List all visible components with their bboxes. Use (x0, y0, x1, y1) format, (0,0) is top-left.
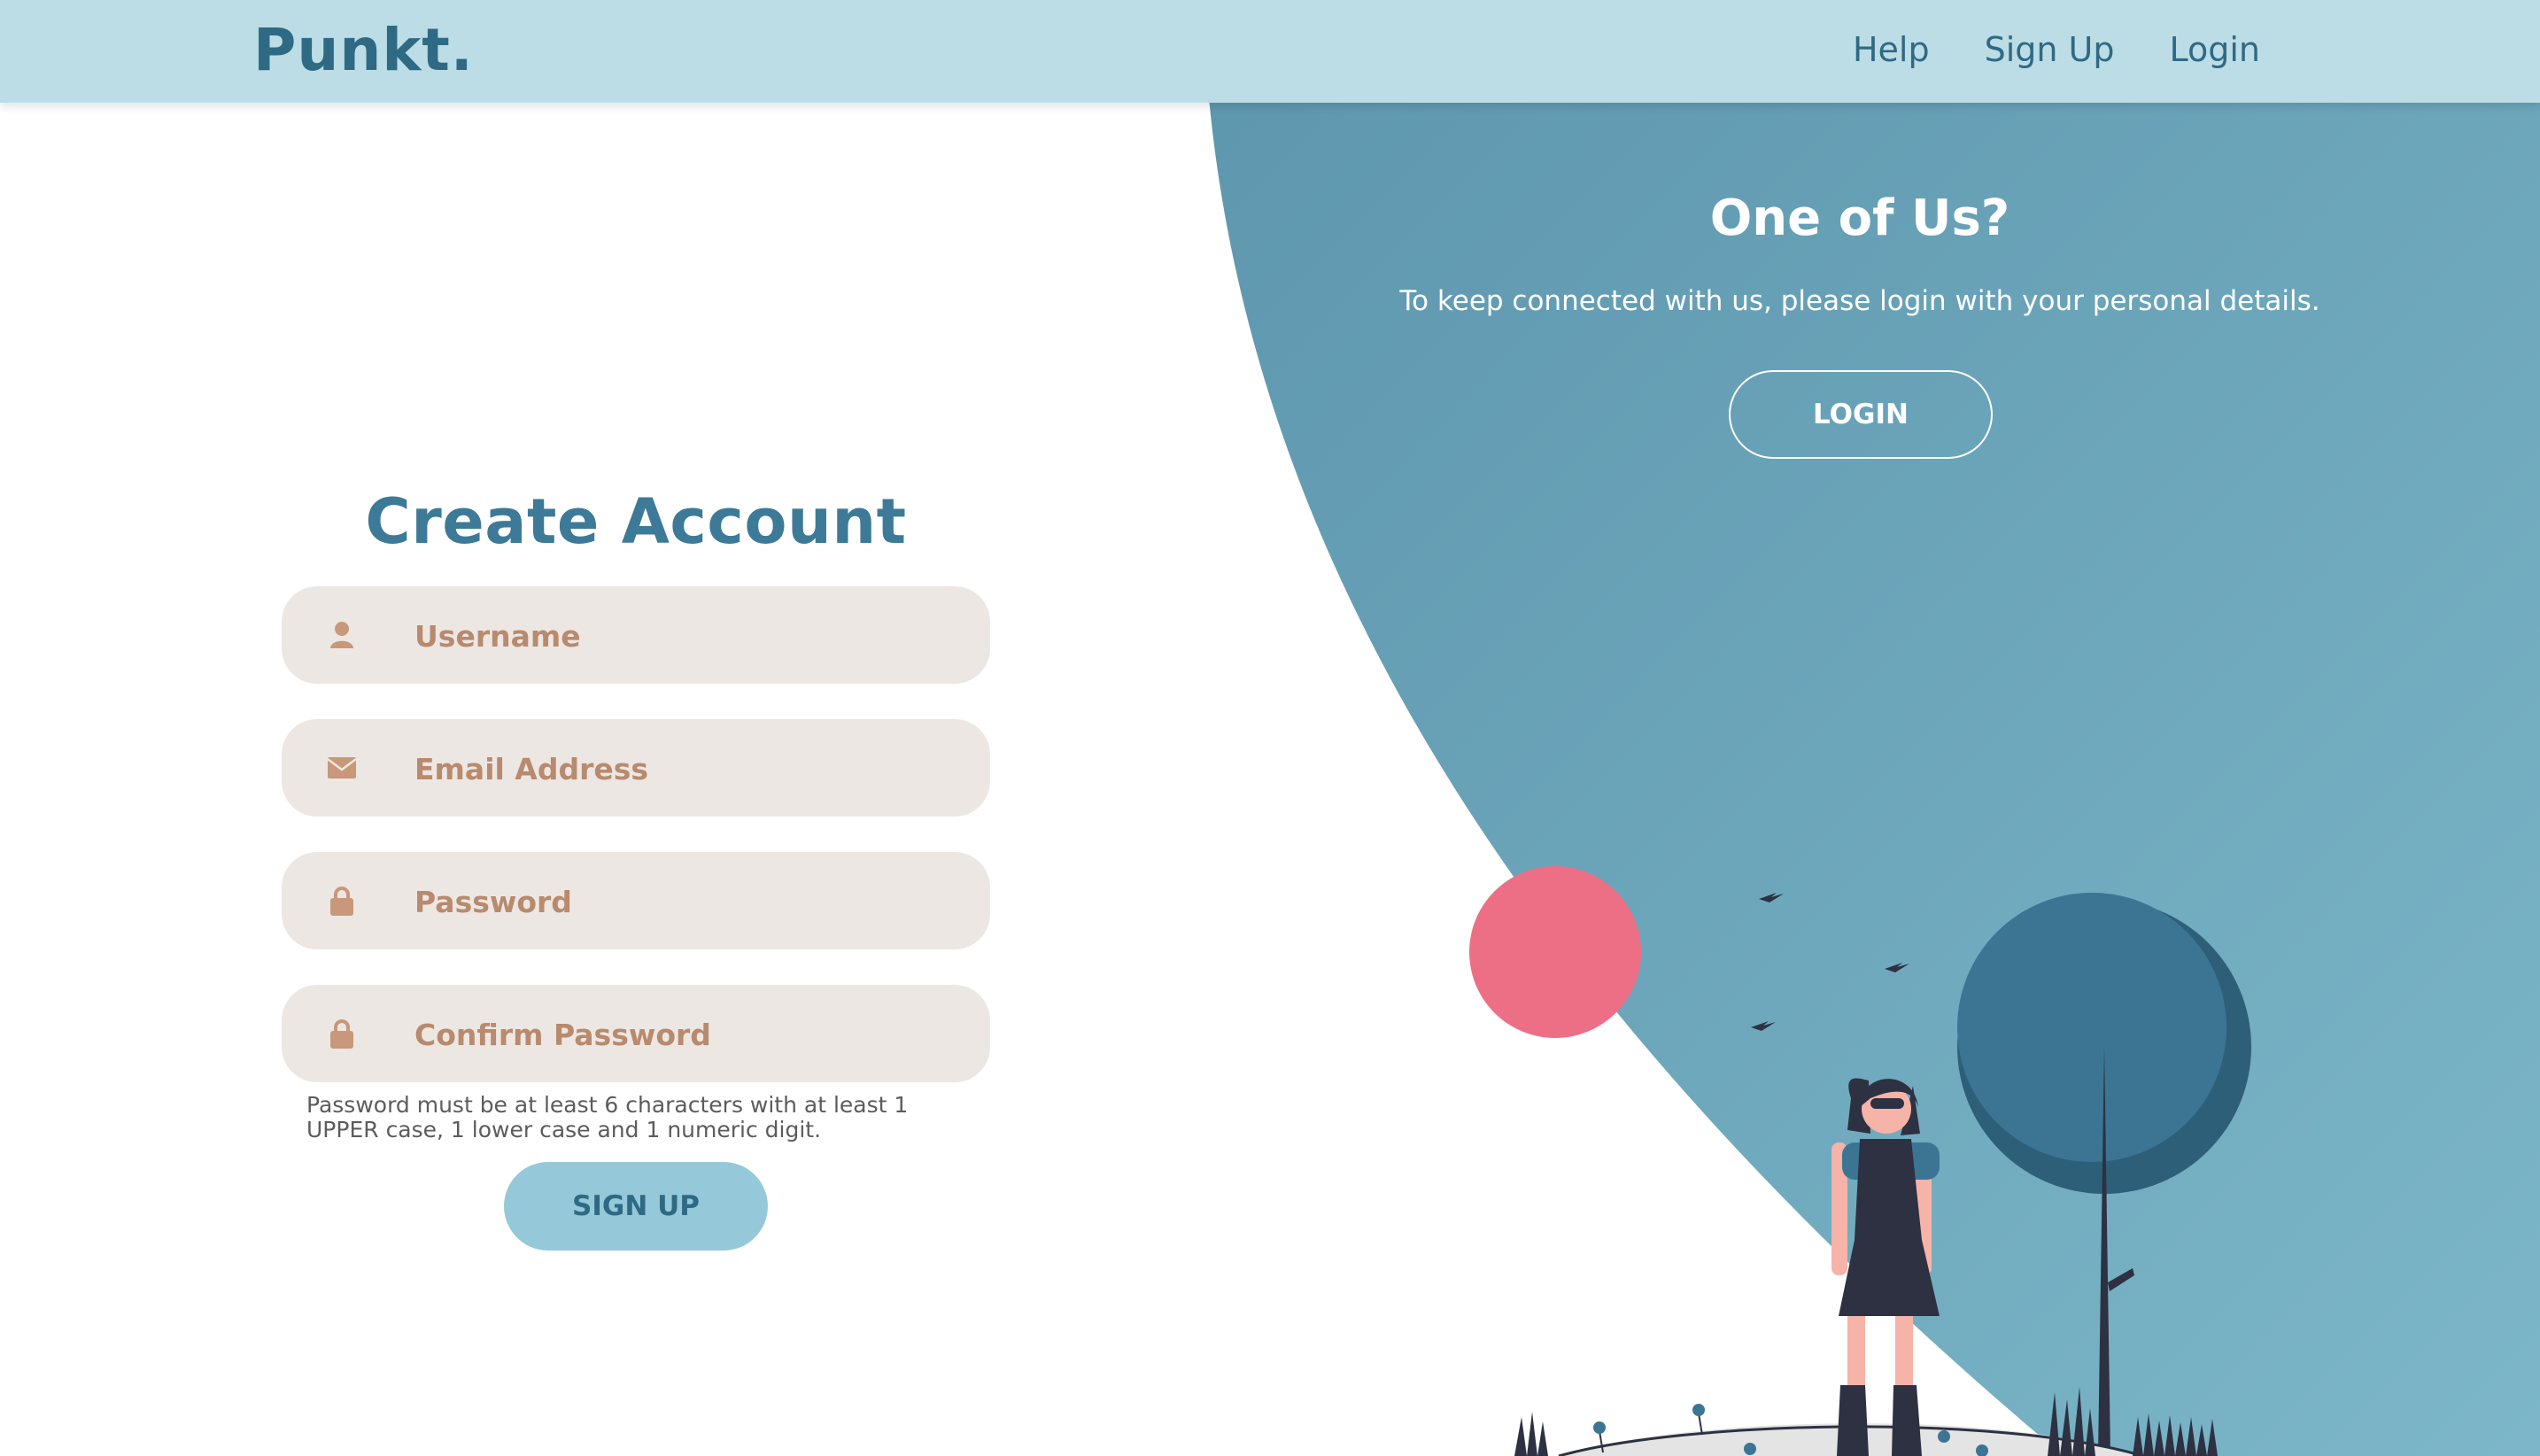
panel-text: To keep connected with us, please login … (1399, 285, 2320, 317)
nav-link-login[interactable]: Login (2169, 30, 2260, 69)
lock-icon (328, 885, 356, 917)
confirm-password-input[interactable] (413, 985, 955, 1084)
password-input[interactable] (413, 852, 955, 951)
password-hint: Password must be at least 6 characters w… (306, 1092, 909, 1142)
email-input[interactable] (413, 719, 955, 818)
nav-link-help[interactable]: Help (1853, 30, 1930, 69)
nav-links: Help Sign Up Login (1853, 30, 2260, 69)
lock-icon (328, 1018, 356, 1049)
panel-title: One of Us? (1709, 190, 2010, 247)
nav-link-signup[interactable]: Sign Up (1985, 30, 2115, 69)
signup-form: Create Account Password must be (282, 485, 990, 1251)
confirm-password-field (282, 985, 990, 1084)
brand-logo[interactable]: Punkt. (253, 16, 474, 84)
email-field (282, 719, 990, 818)
panel-login-button[interactable]: LOGIN (1729, 370, 1993, 459)
username-field (282, 586, 990, 685)
envelope-icon (328, 752, 356, 784)
signup-page: One of Us? To keep connected with us, pl… (0, 0, 2540, 1456)
password-field (282, 852, 990, 951)
username-input[interactable] (413, 586, 955, 685)
user-icon (328, 619, 356, 651)
form-title: Create Account (365, 485, 907, 558)
signup-button[interactable]: SIGN UP (504, 1162, 768, 1251)
navbar: Punkt. Help Sign Up Login (0, 0, 2540, 103)
pink-sun (1469, 866, 1641, 1038)
